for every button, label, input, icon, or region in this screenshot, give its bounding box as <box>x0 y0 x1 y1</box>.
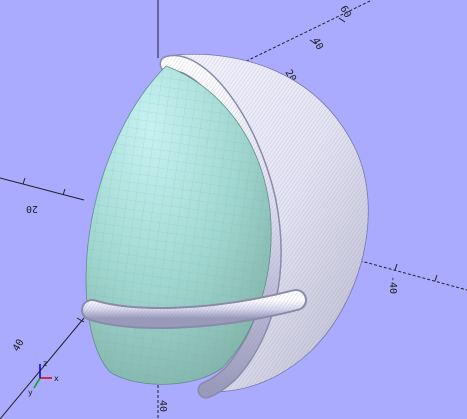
x-tick <box>62 188 66 196</box>
x-tick <box>394 263 398 271</box>
z-mid-label: 40 <box>309 36 325 52</box>
x-negative-label: 20 <box>26 203 38 214</box>
y-positive-label: 40 <box>11 338 27 354</box>
x-tick <box>434 274 438 282</box>
x-tick <box>22 177 26 185</box>
gizmo-x-label: x <box>54 374 59 383</box>
z-top-label: 60 <box>337 4 353 20</box>
viewport-canvas: 20 -40 60 40 20 40 40 x y z <box>0 0 467 419</box>
orientation-gizmo: x y z <box>28 359 59 397</box>
x-positive-label: -40 <box>387 276 398 294</box>
x-axis-line-right <box>349 257 467 291</box>
x-axis-line-left <box>0 177 85 201</box>
z-bottom-label: 40 <box>157 400 168 412</box>
3d-viewport[interactable]: 20 -40 60 40 20 40 40 x y z <box>0 0 467 419</box>
model[interactable] <box>81 53 369 399</box>
gizmo-z-label: z <box>43 359 47 368</box>
gizmo-y-label: y <box>28 388 33 397</box>
gizmo-y-axis <box>33 377 41 389</box>
y-axis-line-neg <box>0 317 85 419</box>
